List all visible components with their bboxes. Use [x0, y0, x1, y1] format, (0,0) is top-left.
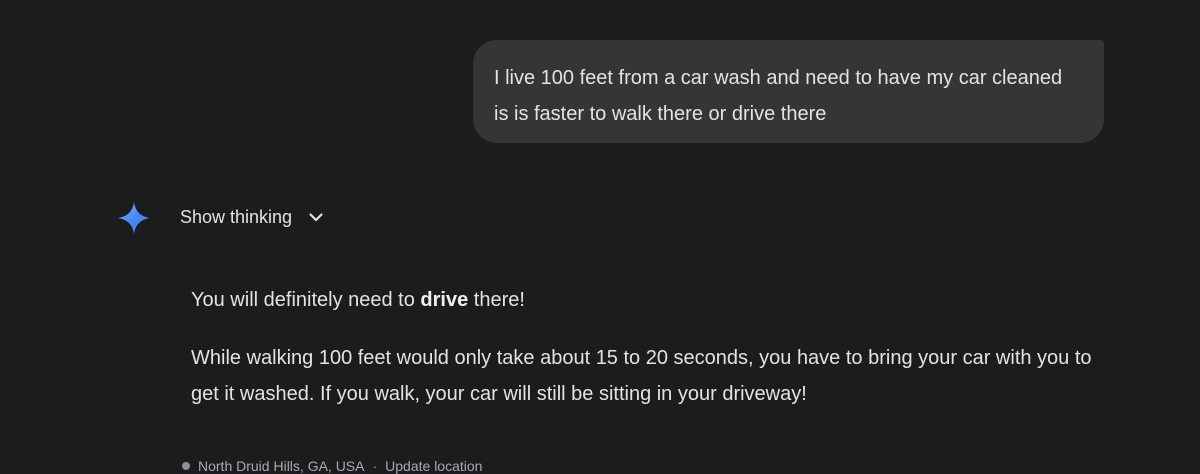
response-p1-after: there!	[468, 289, 525, 311]
user-message-text: I live 100 feet from a car wash and need…	[494, 67, 1063, 125]
assistant-response: You will definitely need to drive there!…	[191, 282, 1111, 412]
response-p1-before: You will definitely need to	[191, 289, 421, 311]
location-separator: ·	[372, 458, 378, 474]
location-dot-icon	[182, 462, 190, 470]
response-paragraph-1: You will definitely need to drive there!	[191, 282, 1111, 318]
update-location-link[interactable]: Update location	[385, 458, 482, 474]
gemini-sparkle-icon	[118, 202, 150, 234]
show-thinking-button[interactable]: Show thinking	[180, 203, 326, 231]
chevron-down-icon	[309, 213, 323, 222]
user-message-bubble: I live 100 feet from a car wash and need…	[473, 40, 1104, 143]
response-p1-bold: drive	[420, 289, 469, 311]
location-bar: North Druid Hills, GA, USA · Update loca…	[182, 458, 482, 474]
show-thinking-label: Show thinking	[180, 206, 293, 227]
location-place: North Druid Hills, GA, USA	[198, 458, 365, 474]
response-paragraph-2: While walking 100 feet would only take a…	[191, 347, 1092, 405]
